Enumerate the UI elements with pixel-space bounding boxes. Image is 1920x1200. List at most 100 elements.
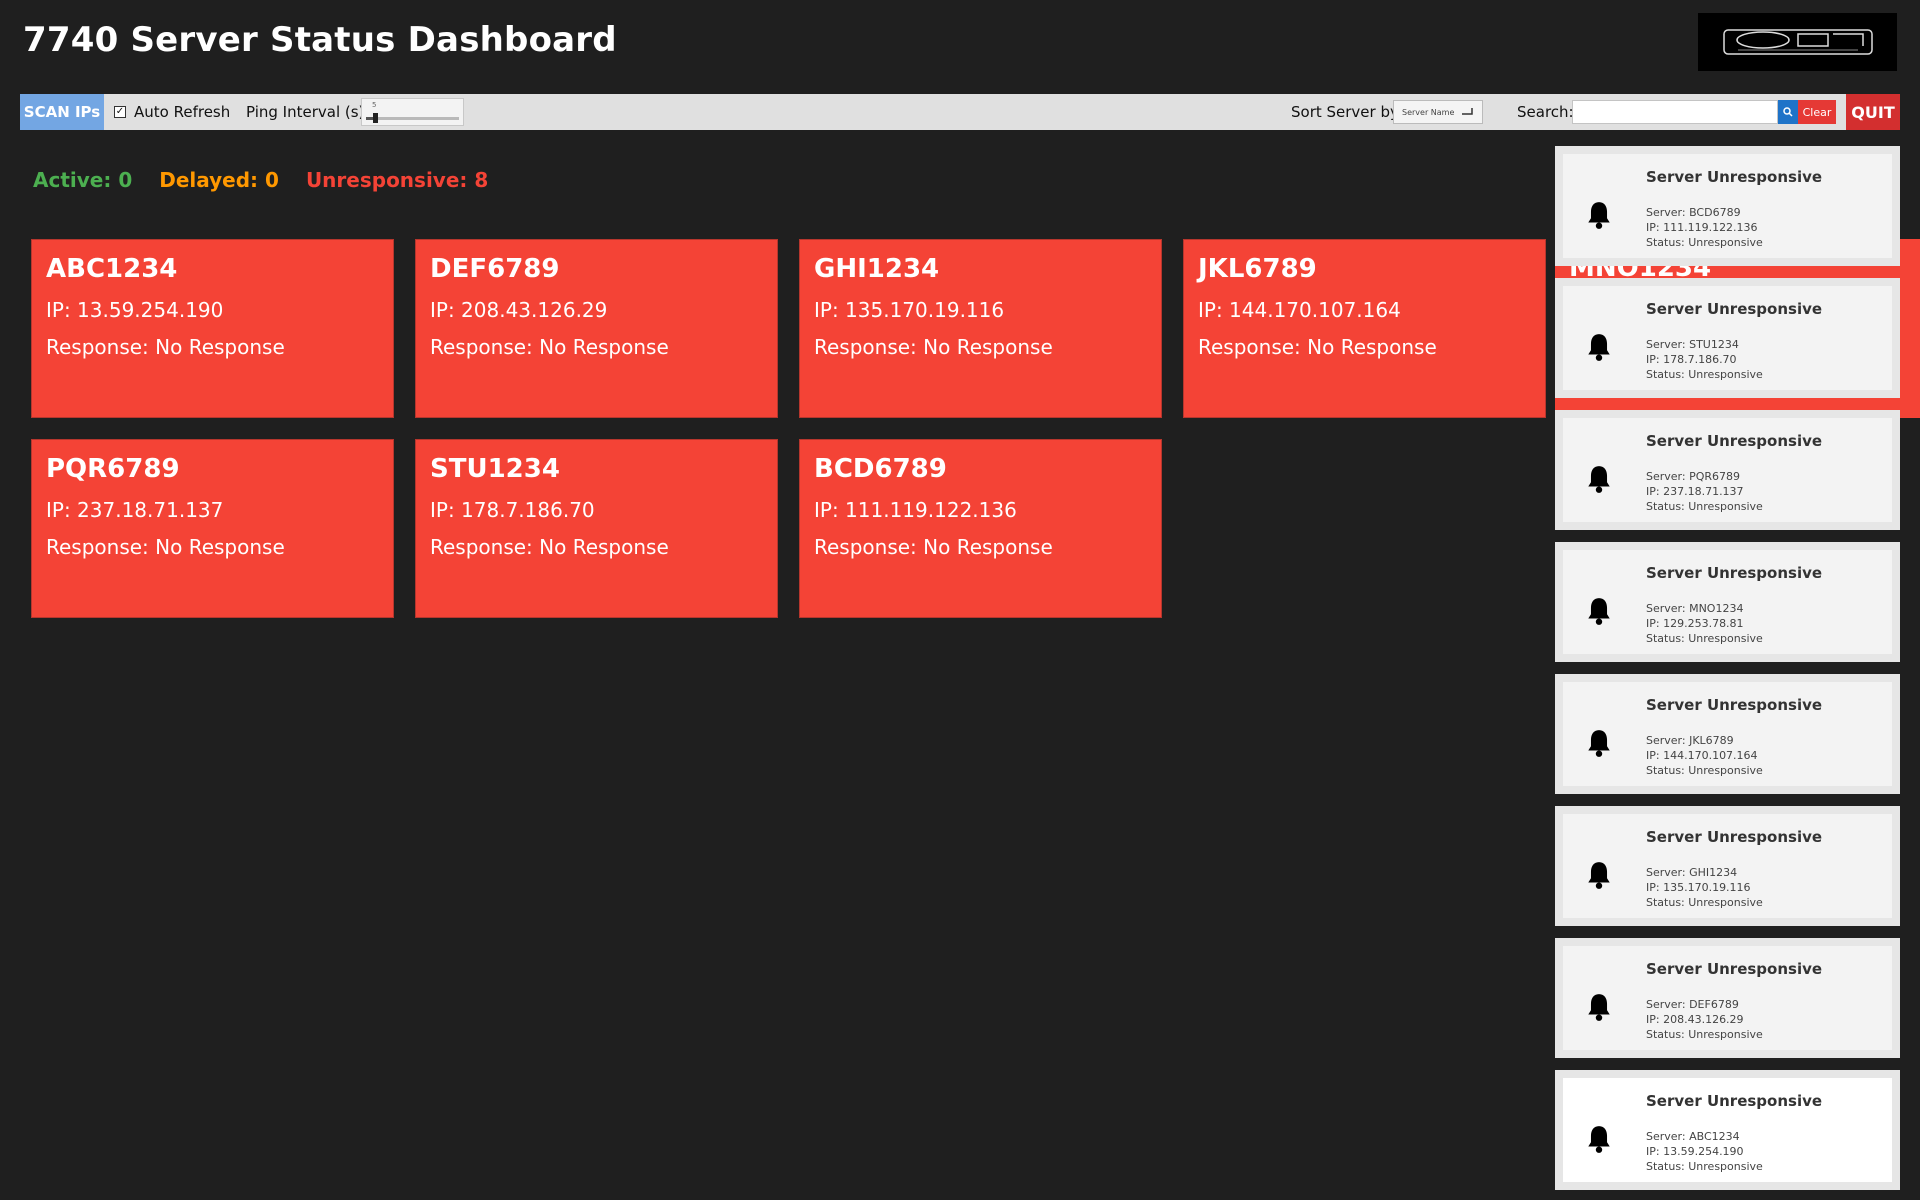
bell-icon — [1588, 730, 1610, 757]
notification-title: Server Unresponsive — [1646, 828, 1823, 846]
server-response: Response: No Response — [46, 335, 285, 359]
notification-title: Server Unresponsive — [1646, 696, 1823, 714]
notification-ip: IP: 208.43.126.29 — [1646, 1013, 1744, 1026]
auto-refresh-toggle[interactable]: ✓ Auto Refresh — [114, 94, 230, 130]
notification-status: Status: Unresponsive — [1646, 1028, 1763, 1041]
server-name: STU1234 — [430, 454, 560, 484]
slider-thumb[interactable] — [373, 113, 378, 123]
unresponsive-count: Unresponsive: 8 — [305, 168, 489, 192]
bell-icon — [1588, 994, 1610, 1021]
scan-ips-button[interactable]: SCAN IPs — [20, 94, 104, 130]
bell-icon — [1588, 202, 1610, 229]
search-icon — [1783, 107, 1793, 117]
notification-body: Server Unresponsive Server: PQR6789 IP: 23… — [1563, 418, 1892, 522]
server-card[interactable]: BCD6789 IP: 111.119.122.136 Response: No… — [799, 439, 1162, 618]
notification-title: Server Unresponsive — [1646, 1092, 1823, 1110]
server-grid: ABC1234 IP: 13.59.254.190 Response: No R… — [31, 239, 1551, 618]
server-name: DEF6789 — [430, 254, 560, 284]
page-title: 7740 Server Status Dashboard — [23, 20, 617, 60]
notification-ip: IP: 135.170.19.116 — [1646, 881, 1751, 894]
ping-interval-slider[interactable]: 5 — [361, 98, 464, 126]
server-name: ABC1234 — [46, 254, 178, 284]
bell-icon — [1588, 334, 1610, 361]
notification-server: Server: JKL6789 — [1646, 734, 1734, 747]
notification-status: Status: Unresponsive — [1646, 632, 1763, 645]
notification-toast[interactable]: Server Unresponsive Server: STU1234 IP: 17… — [1555, 278, 1900, 398]
server-name: JKL6789 — [1198, 254, 1317, 284]
dashboard-window: 7740 Server Status Dashboard SCAN IPs ✓ … — [0, 0, 1920, 1200]
sort-select[interactable]: Server Name — [1393, 100, 1483, 124]
server-card[interactable]: ABC1234 IP: 13.59.254.190 Response: No R… — [31, 239, 394, 418]
server-name: BCD6789 — [814, 454, 947, 484]
ping-interval-value: 5 — [372, 101, 377, 109]
notification-server: Server: ABC1234 — [1646, 1130, 1740, 1143]
auto-refresh-checkbox[interactable]: ✓ — [114, 106, 126, 118]
notification-body: Server Unresponsive Server: BCD6789 IP: 11… — [1563, 154, 1892, 258]
notification-toast[interactable]: Server Unresponsive Server: GHI1234 IP: 13… — [1555, 806, 1900, 926]
toolbar: SCAN IPs ✓ Auto Refresh Ping Interval (s… — [20, 94, 1900, 130]
server-card[interactable]: PQR6789 IP: 237.18.71.137 Response: No R… — [31, 439, 394, 618]
slider-fill — [366, 117, 373, 120]
search-input[interactable] — [1572, 100, 1778, 124]
bell-icon — [1588, 862, 1610, 889]
notification-status: Status: Unresponsive — [1646, 896, 1763, 909]
server-ip: IP: 208.43.126.29 — [430, 298, 608, 322]
clear-search-button[interactable]: Clear — [1798, 100, 1836, 124]
dropdown-icon — [1462, 108, 1473, 115]
notification-body: Server Unresponsive Server: GHI1234 IP: 13… — [1563, 814, 1892, 918]
notification-server: Server: DEF6789 — [1646, 998, 1739, 1011]
bell-icon — [1588, 466, 1610, 493]
server-card[interactable]: JKL6789 IP: 144.170.107.164 Response: No… — [1183, 239, 1546, 418]
server-response: Response: No Response — [814, 335, 1053, 359]
server-response: Response: No Response — [46, 535, 285, 559]
notification-status: Status: Unresponsive — [1646, 236, 1763, 249]
sort-selected-value: Server Name — [1402, 107, 1455, 117]
notification-server: Server: BCD6789 — [1646, 206, 1741, 219]
server-response: Response: No Response — [430, 535, 669, 559]
notification-status: Status: Unresponsive — [1646, 764, 1763, 777]
notification-toast[interactable]: Server Unresponsive Server: JKL6789 IP: 14… — [1555, 674, 1900, 794]
company-logo — [1698, 13, 1897, 71]
notification-ip: IP: 237.18.71.137 — [1646, 485, 1744, 498]
notification-title: Server Unresponsive — [1646, 300, 1823, 318]
server-name: GHI1234 — [814, 254, 940, 284]
notification-ip: IP: 178.7.186.70 — [1646, 353, 1737, 366]
server-response: Response: No Response — [814, 535, 1053, 559]
server-ip: IP: 237.18.71.137 — [46, 498, 224, 522]
auto-refresh-label: Auto Refresh — [134, 103, 231, 121]
server-card[interactable]: STU1234 IP: 178.7.186.70 Response: No Re… — [415, 439, 778, 618]
ping-interval-label: Ping Interval (s): — [246, 103, 370, 121]
server-card[interactable]: GHI1234 IP: 135.170.19.116 Response: No … — [799, 239, 1162, 418]
notification-toast[interactable]: Server Unresponsive Server: ABC1234 IP: 13… — [1555, 1070, 1900, 1190]
notification-server: Server: STU1234 — [1646, 338, 1739, 351]
notification-status: Status: Unresponsive — [1646, 1160, 1763, 1173]
server-ip: IP: 135.170.19.116 — [814, 298, 1005, 322]
notification-toast[interactable]: Server Unresponsive Server: MNO1234 IP: 12… — [1555, 542, 1900, 662]
notification-server: Server: MNO1234 — [1646, 602, 1744, 615]
notification-body: Server Unresponsive Server: DEF6789 IP: 20… — [1563, 946, 1892, 1050]
server-name: PQR6789 — [46, 454, 180, 484]
notification-status: Status: Unresponsive — [1646, 500, 1763, 513]
search-button[interactable] — [1778, 100, 1798, 124]
notification-toast[interactable]: Server Unresponsive Server: PQR6789 IP: 23… — [1555, 410, 1900, 530]
notification-toast[interactable]: Server Unresponsive Server: DEF6789 IP: 20… — [1555, 938, 1900, 1058]
server-card[interactable]: DEF6789 IP: 208.43.126.29 Response: No R… — [415, 239, 778, 418]
active-count: Active: 0 — [33, 168, 133, 192]
quit-button[interactable]: QUIT — [1846, 94, 1900, 130]
search-label: Search: — [1517, 103, 1574, 121]
notification-toast[interactable]: Server Unresponsive Server: BCD6789 IP: 11… — [1555, 146, 1900, 266]
notification-status: Status: Unresponsive — [1646, 368, 1763, 381]
sort-label: Sort Server by: — [1291, 103, 1403, 121]
server-ip: IP: 111.119.122.136 — [814, 498, 1017, 522]
notification-title: Server Unresponsive — [1646, 960, 1823, 978]
notification-ip: IP: 111.119.122.136 — [1646, 221, 1758, 234]
bell-icon — [1588, 598, 1610, 625]
notification-server: Server: PQR6789 — [1646, 470, 1741, 483]
server-response: Response: No Response — [430, 335, 669, 359]
notification-title: Server Unresponsive — [1646, 168, 1823, 186]
notification-body: Server Unresponsive Server: ABC1234 IP: 13… — [1563, 1078, 1892, 1182]
server-ip: IP: 178.7.186.70 — [430, 498, 595, 522]
delayed-count: Delayed: 0 — [159, 168, 279, 192]
server-ip: IP: 144.170.107.164 — [1198, 298, 1401, 322]
notification-title: Server Unresponsive — [1646, 432, 1823, 450]
